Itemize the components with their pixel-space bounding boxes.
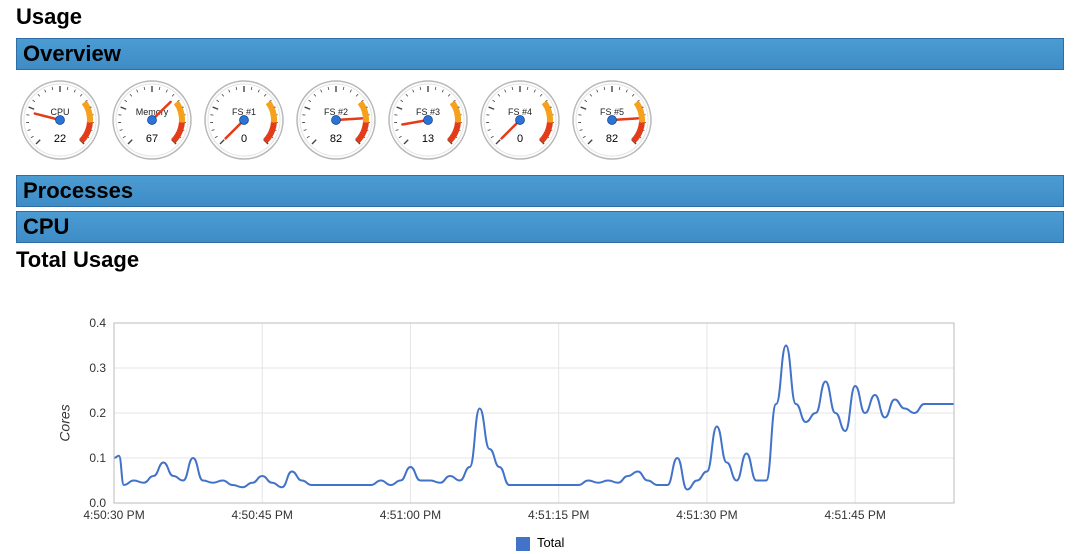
gauge-fs-4: FS #4 0 [480, 80, 560, 165]
chart-legend: Total [16, 533, 1064, 551]
section-overview: Overview [16, 38, 1064, 70]
chart-title: Total Usage [16, 247, 1064, 273]
svg-text:0: 0 [241, 133, 247, 145]
gauge-cpu: CPU 22 [20, 80, 100, 165]
gauge-row: CPU 22 Memory 67 FS #1 0 FS #2 82 [16, 70, 1064, 175]
line-chart: 0.00.10.20.30.44:50:30 PM4:50:45 PM4:51:… [64, 313, 964, 533]
svg-text:4:51:30 PM: 4:51:30 PM [676, 508, 737, 522]
gauge-memory: Memory 67 [112, 80, 192, 165]
svg-text:0.4: 0.4 [89, 316, 106, 330]
svg-text:22: 22 [54, 133, 66, 145]
page-title: Usage [16, 4, 1064, 30]
svg-text:13: 13 [422, 133, 434, 145]
svg-text:4:51:00 PM: 4:51:00 PM [380, 508, 441, 522]
gauge-fs-3: FS #3 13 [388, 80, 468, 165]
svg-text:0.3: 0.3 [89, 361, 106, 375]
svg-text:0: 0 [517, 133, 523, 145]
section-cpu: CPU [16, 211, 1064, 243]
svg-text:4:51:45 PM: 4:51:45 PM [824, 508, 885, 522]
svg-text:82: 82 [606, 133, 618, 145]
svg-text:4:50:45 PM: 4:50:45 PM [232, 508, 293, 522]
svg-text:82: 82 [330, 133, 342, 145]
legend-swatch-icon [516, 537, 530, 551]
gauge-fs-5: FS #5 82 [572, 80, 652, 165]
gauge-fs-1: FS #1 0 [204, 80, 284, 165]
y-axis-label: Cores [57, 404, 73, 441]
svg-text:4:50:30 PM: 4:50:30 PM [83, 508, 144, 522]
svg-text:67: 67 [146, 133, 158, 145]
svg-text:0.2: 0.2 [89, 406, 106, 420]
gauge-fs-2: FS #2 82 [296, 80, 376, 165]
legend-label: Total [537, 535, 564, 550]
svg-text:4:51:15 PM: 4:51:15 PM [528, 508, 589, 522]
section-processes: Processes [16, 175, 1064, 207]
svg-text:0.1: 0.1 [89, 451, 106, 465]
